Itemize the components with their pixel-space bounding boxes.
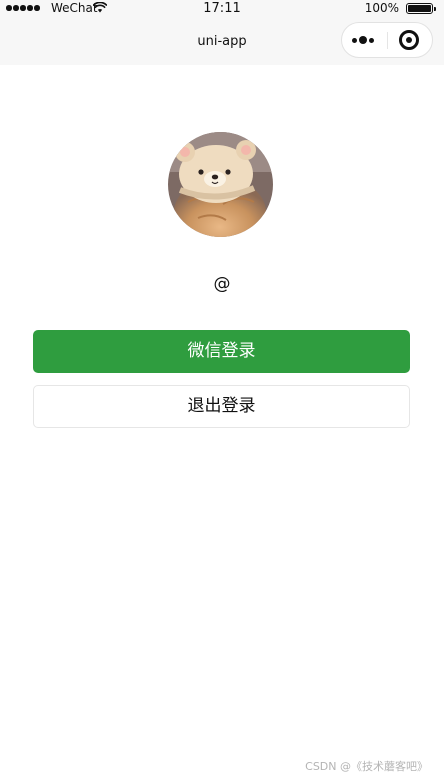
logout-button[interactable]: 退出登录 — [33, 385, 410, 428]
wechat-login-button[interactable]: 微信登录 — [33, 330, 410, 373]
avatar-image — [168, 132, 273, 237]
watermark: CSDN @《技术蘑客吧》 — [305, 760, 428, 773]
navigation-bar: uni-app — [0, 18, 444, 65]
avatar — [168, 132, 273, 237]
battery-percentage: 100% — [364, 1, 399, 15]
battery-icon — [406, 3, 436, 14]
capsule-divider — [387, 32, 388, 49]
more-icon[interactable] — [352, 34, 379, 46]
status-bar: WeChat 17:11 100% — [0, 0, 444, 18]
mini-program-capsule — [341, 22, 433, 58]
user-nickname: @ — [213, 274, 231, 294]
close-mini-program-icon[interactable] — [399, 30, 419, 50]
